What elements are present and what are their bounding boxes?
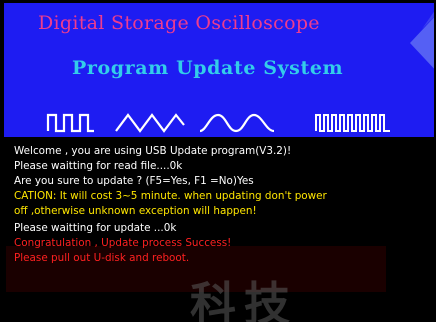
console-line: Please waitting for update ...0k xyxy=(14,222,177,234)
console-line: Are you sure to update ? (F5=Yes, F1 =No… xyxy=(14,175,254,187)
update-screen: Digital Storage Oscilloscope Program Upd… xyxy=(0,0,436,322)
header-banner: Digital Storage Oscilloscope Program Upd… xyxy=(4,3,434,137)
square-wave-icon xyxy=(46,113,94,133)
console-line: CATION: It will cost 3~5 minute. when up… xyxy=(14,190,327,202)
pulse-train-icon xyxy=(315,114,390,132)
watermark: 科技 xyxy=(190,277,298,322)
console-line: Congratulation , Update process Success! xyxy=(14,237,232,249)
waveform-strip xyxy=(46,113,390,133)
app-subtitle: Program Update System xyxy=(72,57,344,79)
console-line: Please waitting for read file....0k xyxy=(14,160,183,172)
console-line: Welcome , you are using USB Update progr… xyxy=(14,145,292,157)
console-line: Please pull out U-disk and reboot. xyxy=(14,252,190,264)
sine-wave-icon xyxy=(199,113,275,133)
app-title: Digital Storage Oscilloscope xyxy=(38,12,320,34)
console-line: off ,otherwise unknown exception will ha… xyxy=(14,205,257,217)
triangle-wave-icon xyxy=(115,113,185,133)
